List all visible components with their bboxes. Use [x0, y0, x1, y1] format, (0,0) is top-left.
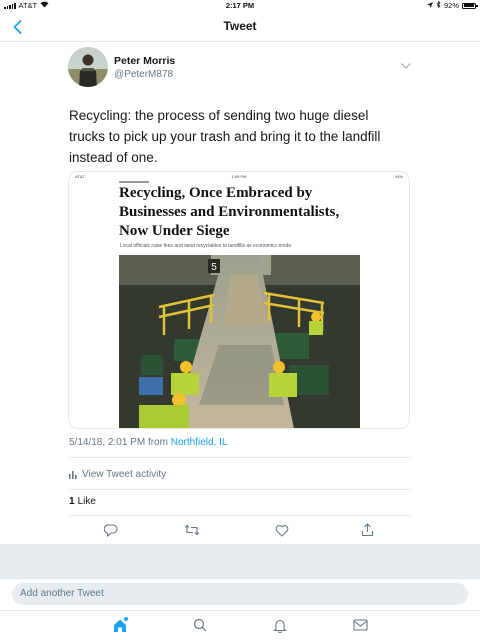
location-link[interactable]: Northfield, IL — [171, 437, 228, 448]
battery-icon — [462, 2, 478, 9]
avatar[interactable] — [68, 47, 108, 87]
status-right: 92% — [426, 0, 478, 10]
status-bar: AT&T 2:17 PM 92% — [0, 0, 480, 12]
tab-home[interactable] — [110, 615, 130, 635]
author-handle[interactable]: @PeterM878 — [114, 69, 173, 80]
reply-icon — [104, 523, 118, 537]
status-time: 2:17 PM — [225, 1, 255, 10]
tab-bar — [0, 610, 480, 640]
retweet-button[interactable] — [182, 520, 202, 540]
article-photo: 5 — [119, 255, 360, 428]
navigation-bar: Tweet — [0, 12, 480, 42]
retweet-icon — [184, 524, 200, 536]
reply-button[interactable] — [101, 520, 121, 540]
bell-icon — [273, 619, 287, 633]
tab-messages[interactable] — [350, 615, 370, 635]
bar-chart-icon — [69, 470, 77, 479]
divider — [69, 457, 411, 458]
page-title: Tweet — [223, 19, 257, 33]
avatar-photo — [68, 47, 108, 87]
likes-label: Like — [77, 496, 96, 507]
tweet-options-button[interactable] — [400, 57, 412, 69]
tweet-actions — [69, 520, 411, 540]
recycling-facility-photo: 5 — [119, 255, 360, 428]
tweet-text: Recycling: the process of sending two hu… — [69, 108, 381, 165]
mail-icon — [352, 619, 368, 631]
photo-sign-number: 5 — [211, 262, 217, 273]
bluetooth-icon — [436, 0, 441, 10]
notification-dot — [124, 617, 128, 621]
add-tweet-input[interactable]: Add another Tweet — [12, 583, 468, 605]
timestamp-text: 5/14/18, 2:01 PM from — [69, 437, 168, 448]
battery-percent: 92% — [443, 1, 459, 10]
divider — [69, 515, 411, 516]
embedded-battery: 94% — [394, 174, 403, 179]
author-name[interactable]: Peter Morris — [114, 55, 175, 67]
compose-bar: Add another Tweet — [0, 578, 480, 610]
article-subhead: Local officials raise fees and send recy… — [120, 243, 292, 249]
section-separator — [0, 544, 480, 578]
embedded-status-bar: AT&T 1:59 PM 94% — [69, 172, 409, 181]
location-arrow-icon — [426, 1, 433, 10]
tweet-timestamp: 5/14/18, 2:01 PM from Northfield, IL — [69, 437, 227, 448]
likes-count[interactable]: 1 Like — [69, 496, 96, 507]
tab-search[interactable] — [190, 615, 210, 635]
newspaper-masthead — [119, 181, 149, 183]
share-button[interactable] — [357, 520, 377, 540]
article-headline: Recycling, Once Embraced by Businesses a… — [119, 185, 340, 239]
tab-notifications[interactable] — [270, 615, 290, 635]
embedded-time: 1:59 PM — [231, 174, 247, 179]
share-icon — [361, 523, 373, 537]
like-button[interactable] — [272, 520, 292, 540]
divider — [69, 489, 411, 490]
heart-icon — [275, 524, 289, 537]
chevron-down-icon — [401, 63, 411, 69]
search-icon — [193, 618, 207, 632]
tweet-media[interactable]: AT&T 1:59 PM 94% Recycling, Once Embrace… — [68, 171, 410, 429]
likes-number: 1 — [69, 496, 75, 507]
view-activity-label: View Tweet activity — [82, 468, 167, 480]
view-activity-button[interactable]: View Tweet activity — [69, 465, 411, 483]
tweet-author: Peter Morris @PeterM878 — [68, 47, 414, 91]
